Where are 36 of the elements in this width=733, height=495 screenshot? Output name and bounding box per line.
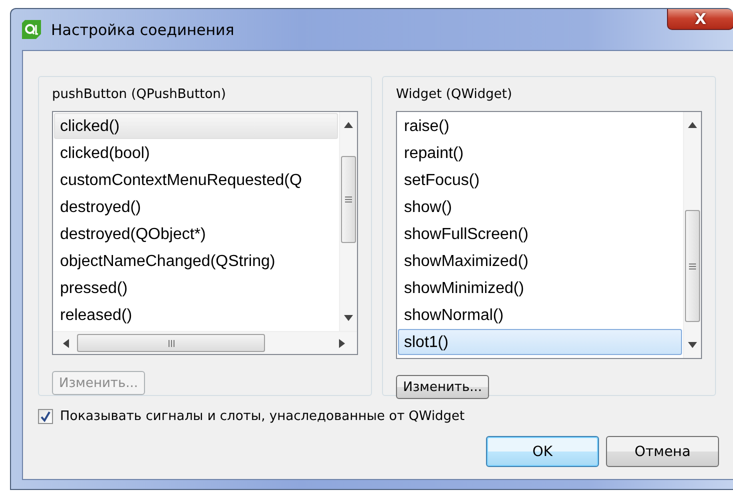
list-item[interactable]: repaint() (398, 140, 682, 166)
list-item[interactable]: raise() (398, 113, 682, 139)
checkbox[interactable] (38, 409, 53, 424)
list-item[interactable]: show() (398, 194, 682, 220)
dialog-button[interactable]: Отмена (606, 436, 719, 467)
group-title: pushButton (QPushButton) (52, 86, 226, 104)
scroll-right-icon[interactable] (339, 338, 345, 348)
scrollbar-thumb[interactable] (685, 210, 700, 322)
list-item[interactable]: pressed() (54, 275, 338, 301)
scroll-up-icon[interactable] (688, 122, 697, 128)
window-title: Настройка соединения (51, 20, 234, 38)
list-item[interactable]: clicked(bool) (54, 140, 338, 166)
list-item[interactable]: setFocus() (398, 167, 682, 193)
list-item[interactable]: customContextMenuRequested(Q (54, 167, 338, 193)
scrollbar-thumb[interactable] (77, 334, 265, 352)
list-item[interactable]: slot1() (398, 329, 682, 355)
list-item[interactable]: destroyed(QObject*) (54, 221, 338, 247)
group-title: Widget (QWidget) (396, 86, 512, 104)
list-item[interactable]: showMaximized() (398, 248, 682, 274)
scroll-up-icon[interactable] (344, 122, 353, 128)
list-item[interactable]: clicked() (54, 113, 338, 139)
list-item[interactable]: showFullScreen() (398, 221, 682, 247)
list-item[interactable]: showMinimized() (398, 275, 682, 301)
list-item[interactable]: objectNameChanged(QString) (54, 248, 338, 274)
dialog-button[interactable]: OK (486, 436, 599, 467)
scroll-down-icon[interactable] (688, 342, 697, 348)
checkbox-label: Показывать сигналы и слоты, унаследованные от QWidget (60, 409, 465, 424)
list-item[interactable]: showNormal() (398, 302, 682, 328)
list-item[interactable]: released() (54, 302, 338, 328)
scrollbar-thumb[interactable] (341, 156, 356, 243)
list-item[interactable]: destroyed() (54, 194, 338, 220)
scroll-left-icon[interactable] (63, 338, 69, 348)
edit-button[interactable]: Изменить... (396, 375, 490, 399)
qt-logo-icon (22, 20, 41, 39)
close-button[interactable]: X (667, 9, 733, 30)
scroll-down-icon[interactable] (344, 315, 353, 321)
